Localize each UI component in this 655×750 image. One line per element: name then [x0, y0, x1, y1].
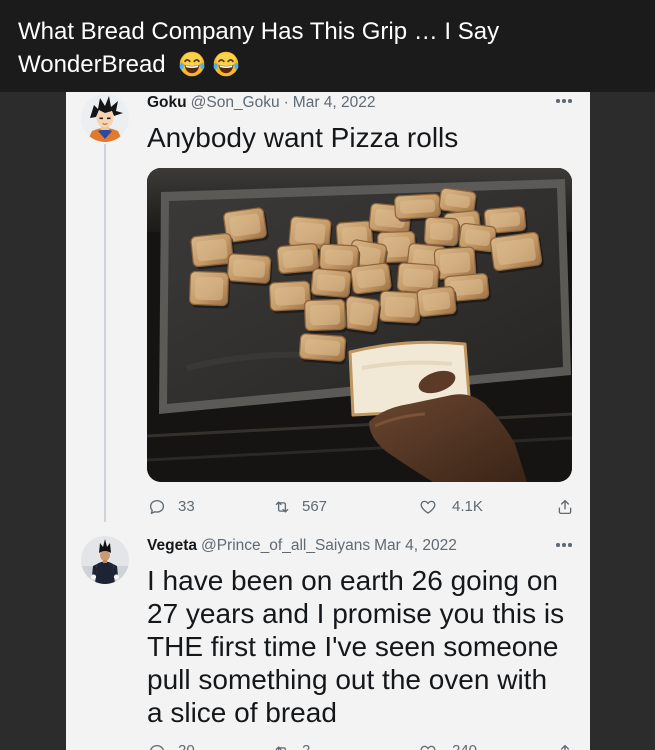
pizza-roll-highlight [229, 213, 261, 237]
more-dots-icon[interactable] [554, 94, 574, 108]
tweet-date[interactable]: Mar 4, 2022 [293, 93, 376, 113]
face-with-tears-of-joy-icon [213, 51, 239, 77]
vegeta-avatar-image [81, 536, 129, 584]
pizza-roll-highlight [464, 228, 491, 247]
pizza-roll-highlight [294, 222, 326, 244]
post-caption: What Bread Company Has This Grip … I Say… [18, 15, 538, 81]
tweet-text-line: Anybody want Pizza rolls [147, 122, 459, 153]
retweet-count: 567 [302, 498, 328, 515]
pizza-roll [489, 231, 544, 274]
retweet-icon[interactable] [273, 498, 291, 516]
meta-separator: · [283, 94, 289, 111]
tweet-text-line: THE first time I've seen someone [147, 630, 559, 662]
pizza-roll-highlight [429, 222, 454, 241]
tweet-text-line: I have been on earth 26 going on [147, 564, 559, 596]
oven-photo-illustration [147, 168, 572, 482]
pizza-roll-highlight [422, 292, 451, 311]
pizza-roll-highlight [349, 302, 374, 326]
tweet-header: Goku @Son_Goku · Mar 4, 2022 [147, 93, 376, 113]
pizza-roll [310, 268, 353, 301]
tweet-text: Anybody want Pizza rolls [147, 121, 458, 155]
pizza-roll-highlight [399, 199, 436, 214]
display-name[interactable]: Vegeta [147, 536, 197, 556]
pizza-roll [298, 333, 348, 365]
user-handle[interactable]: @Son_Goku [191, 93, 280, 113]
like-count: 240 [452, 743, 477, 750]
tweet-date[interactable]: Mar 4, 2022 [374, 536, 457, 556]
vegeta-avatar[interactable] [81, 536, 129, 584]
tweet-text-line: pull something out the oven with [147, 663, 548, 695]
more-dots-icon[interactable] [554, 538, 574, 552]
post-caption-bar: What Bread Company Has This Grip … I Say… [0, 0, 655, 92]
retweet-count: 2 [302, 743, 310, 750]
pizza-roll-highlight [402, 268, 434, 288]
goku-avatar-image [81, 94, 129, 142]
thread-connector-line [104, 144, 106, 522]
tweet-photo[interactable] [147, 168, 572, 482]
pizza-roll [226, 253, 273, 287]
tweet-vegeta: Vegeta @Prince_of_all_Saiyans Mar 4, 202… [66, 532, 590, 750]
pizza-roll [189, 270, 231, 309]
reply-count: 20 [178, 743, 195, 750]
pizza-roll [423, 216, 461, 249]
tweet-header: Vegeta @Prince_of_all_Saiyans Mar 4, 202… [147, 536, 457, 556]
pizza-roll-highlight [384, 296, 416, 318]
pizza-roll-highlight [356, 268, 386, 289]
reply-icon[interactable] [148, 498, 166, 516]
tweet-text-line: 27 years and I promise you this is [147, 597, 565, 629]
pizza-roll-highlight [309, 304, 341, 326]
pizza-roll [378, 290, 423, 326]
heart-icon[interactable] [419, 498, 437, 516]
reply-count: 33 [178, 498, 195, 515]
pizza-roll-highlight [316, 274, 346, 292]
tweet-goku: Goku @Son_Goku · Mar 4, 2022 Anybody wan… [66, 92, 590, 532]
post-caption-text: What Bread Company Has This Grip … I Say… [18, 18, 500, 78]
pizza-roll [416, 286, 459, 320]
pizza-roll-highlight [274, 286, 306, 306]
share-icon[interactable] [556, 743, 574, 750]
pizza-roll-highlight [489, 212, 521, 228]
share-icon[interactable] [556, 498, 574, 516]
display-name[interactable]: Goku [147, 93, 187, 113]
tweet-text-line: a slice of bread [147, 696, 337, 728]
pizza-roll-highlight [282, 249, 314, 268]
reply-icon[interactable] [148, 743, 166, 750]
pizza-roll [342, 295, 381, 335]
pizza-roll-highlight [324, 249, 354, 266]
pizza-roll-highlight [439, 252, 471, 274]
pizza-roll-highlight [232, 259, 266, 278]
face-with-tears-of-joy-icon [179, 51, 205, 77]
user-handle[interactable]: @Prince_of_all_Saiyans [201, 536, 370, 556]
like-count: 4.1K [452, 498, 483, 515]
pizza-roll [304, 298, 348, 334]
tweet-text: I have been on earth 26 going on 27 year… [147, 564, 564, 729]
goku-avatar[interactable] [81, 94, 129, 142]
retweet-icon[interactable] [273, 743, 291, 750]
tweet-screenshot-card: Goku @Son_Goku · Mar 4, 2022 Anybody wan… [66, 92, 590, 750]
heart-icon[interactable] [419, 743, 437, 750]
pizza-roll-highlight [196, 238, 228, 262]
pizza-roll-highlight [194, 276, 224, 301]
pizza-roll-highlight [304, 339, 341, 356]
